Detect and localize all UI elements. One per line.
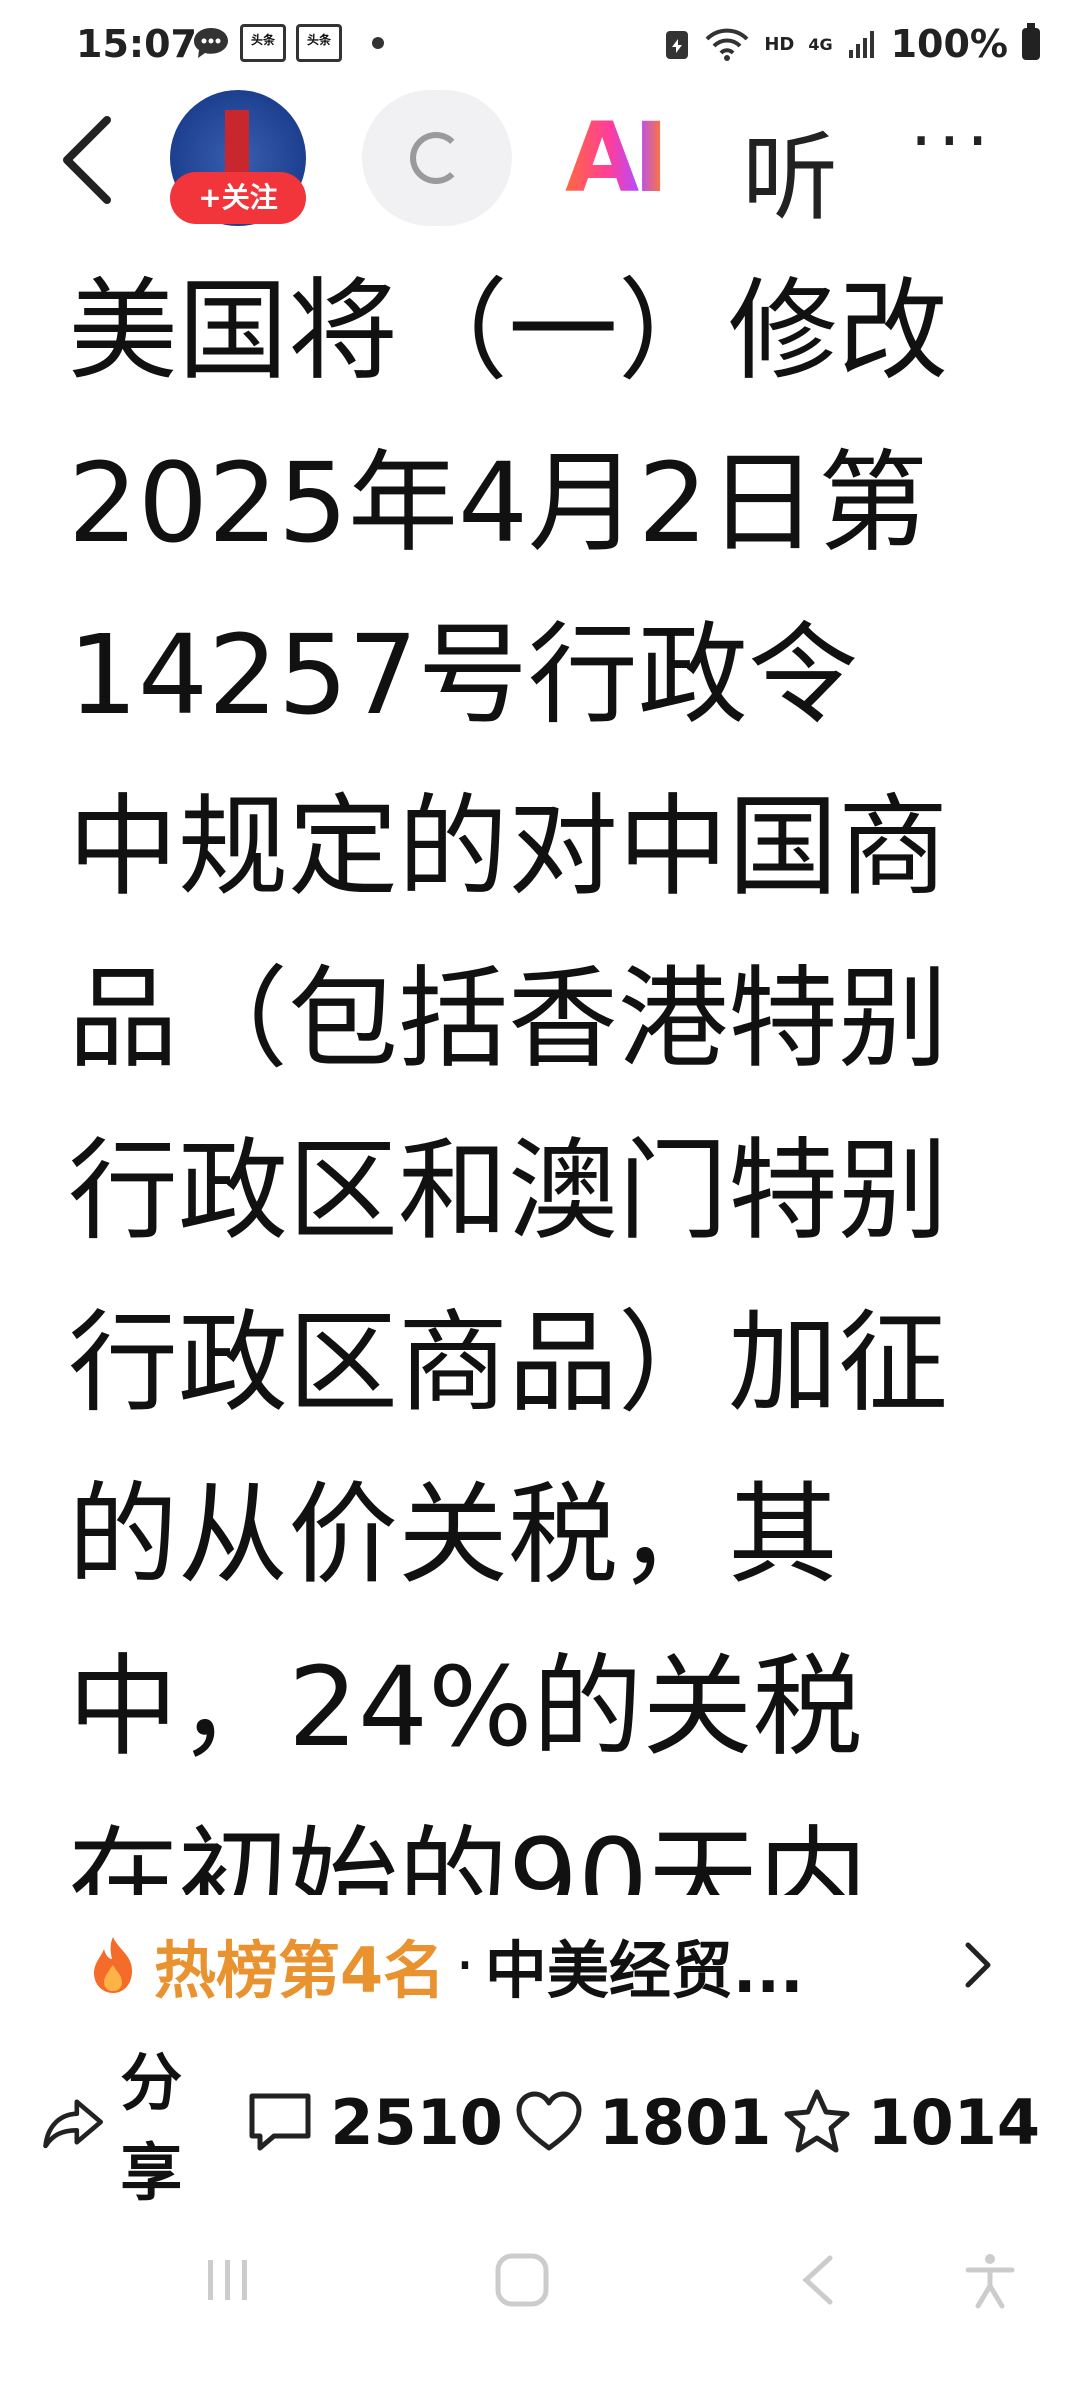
hot-list-banner[interactable]: 热榜第4名 · 中美经贸... — [88, 1925, 991, 2007]
battery-icon — [1022, 23, 1040, 60]
toutiao-badge-icon: 头条 — [296, 24, 342, 62]
system-navigation-bar — [0, 2230, 1080, 2330]
status-bar: 15:07 头条 头条 HD 4G 100% — [0, 0, 1080, 90]
status-time: 15:07 — [76, 22, 197, 66]
status-right-icons: HD 4G 100% — [664, 22, 1040, 66]
toutiao-badge-icon: 头条 — [240, 24, 286, 62]
hot-rank: 热榜第4名 — [154, 1934, 446, 2007]
hot-topic: 中美经贸... — [484, 1934, 804, 2007]
action-bar: 分享 2510 1801 1014 — [40, 2046, 1050, 2209]
star-icon — [784, 2089, 850, 2153]
chevron-right-icon — [965, 1942, 991, 1988]
favorite-count: 1014 — [867, 2085, 1040, 2159]
status-notification-icons: 头条 头条 — [192, 24, 384, 62]
article-body: 美国将（一）修改2025年4月2日第14257号行政令中规定的对中国商品（包括香… — [68, 267, 948, 1895]
loading-button[interactable] — [362, 90, 512, 226]
notification-dot-icon — [372, 37, 384, 49]
more-options-button[interactable]: ··· — [910, 100, 995, 182]
hot-separator: · — [455, 1928, 475, 2002]
article-toolbar: +关注 AI 听 ··· — [0, 90, 1080, 234]
signal-label: 4G — [808, 34, 833, 54]
ai-button[interactable]: AI — [565, 102, 669, 214]
comment-icon — [249, 2093, 311, 2151]
sync-icon — [666, 31, 689, 59]
back-icon[interactable] — [790, 2250, 850, 2310]
flame-icon — [94, 1937, 132, 1993]
follow-button[interactable]: +关注 — [170, 172, 306, 224]
network-label: HD — [764, 33, 795, 55]
favorite-button[interactable]: 1014 — [781, 2086, 1040, 2159]
accessibility-icon[interactable] — [960, 2250, 1020, 2310]
heart-icon — [516, 2091, 582, 2151]
wifi-icon — [705, 28, 749, 61]
like-button[interactable]: 1801 — [513, 2085, 772, 2159]
back-arrow-icon[interactable] — [52, 110, 122, 210]
recent-apps-icon[interactable] — [198, 2250, 258, 2310]
comment-count: 2510 — [330, 2085, 503, 2159]
share-label: 分享 — [120, 2046, 183, 2209]
share-button[interactable]: 分享 — [40, 2032, 234, 2212]
loading-spinner-icon — [410, 132, 462, 184]
share-icon — [43, 2099, 104, 2149]
battery-percentage: 100% — [890, 22, 1008, 66]
signal-icon — [848, 31, 874, 58]
listen-button[interactable]: 听 — [742, 100, 838, 239]
comment-button[interactable]: 2510 — [244, 2086, 503, 2159]
home-icon[interactable] — [492, 2250, 552, 2310]
chat-bubble-icon — [194, 28, 228, 58]
like-count: 1801 — [598, 2085, 772, 2159]
